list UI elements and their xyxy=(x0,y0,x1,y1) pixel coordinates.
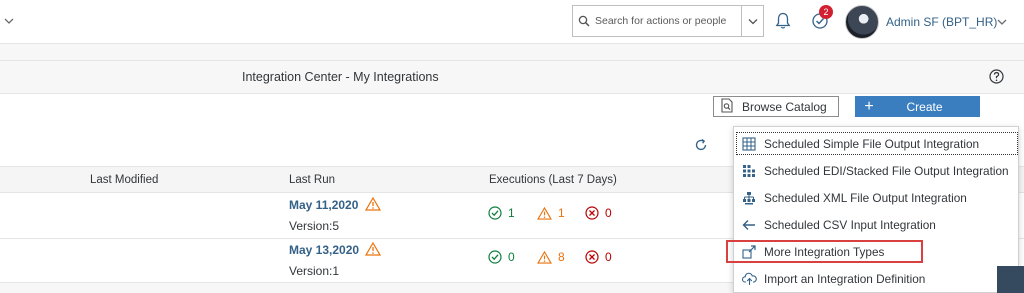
success-count: 0 xyxy=(488,250,515,264)
browse-catalog-label: Browse Catalog xyxy=(742,99,827,114)
column-executions[interactable]: Executions (Last 7 Days) xyxy=(489,174,617,186)
last-run-date[interactable]: May 11,2020 xyxy=(289,198,358,212)
menu-item-simple-file-output[interactable]: Scheduled Simple File Output Integration xyxy=(734,130,1020,157)
avatar[interactable] xyxy=(845,5,879,39)
warning-icon xyxy=(364,241,382,259)
menu-item-edi-stacked-output[interactable]: Scheduled EDI/Stacked File Output Integr… xyxy=(734,157,1020,184)
grid-icon xyxy=(734,136,764,151)
create-menu: Scheduled Simple File Output Integration… xyxy=(726,126,1020,293)
warning-icon xyxy=(364,196,382,214)
page-header: Integration Center - My Integrations xyxy=(0,60,1024,94)
stacked-grid-icon xyxy=(734,164,764,178)
error-count: 0 xyxy=(585,250,612,264)
error-icon xyxy=(585,250,599,264)
menu-item-xml-file-output[interactable]: Scheduled XML File Output Integration xyxy=(734,184,1020,211)
chevron-down-icon[interactable] xyxy=(4,14,14,28)
search-dropdown-button[interactable] xyxy=(741,6,763,36)
error-count: 0 xyxy=(585,206,612,220)
plus-icon: + xyxy=(864,97,874,115)
version-text: Version:5 xyxy=(289,219,340,233)
notification-badge: 2 xyxy=(819,5,833,19)
warning-icon xyxy=(537,206,552,220)
search-icon xyxy=(573,15,595,27)
page-title: Integration Center - My Integrations xyxy=(242,70,439,84)
menu-item-import-definition[interactable]: Import an Integration Definition xyxy=(734,265,1020,292)
side-panel-toggle[interactable] xyxy=(997,266,1024,293)
chevron-down-icon[interactable] xyxy=(997,15,1007,29)
warning-count: 8 xyxy=(537,250,565,264)
arrow-left-icon xyxy=(734,219,764,231)
highlight-box xyxy=(726,240,923,263)
refresh-icon[interactable] xyxy=(694,138,708,155)
success-icon xyxy=(488,250,502,264)
help-icon[interactable] xyxy=(989,69,1004,87)
column-last-run[interactable]: Last Run xyxy=(289,174,335,186)
search-input[interactable]: Search for actions or people xyxy=(572,5,764,37)
search-placeholder: Search for actions or people xyxy=(595,15,727,27)
last-run-date[interactable]: May 13,2020 xyxy=(289,243,359,257)
shell-bar: Search for actions or people 2 Admin SF … xyxy=(0,0,1024,44)
create-button[interactable]: + Create xyxy=(855,96,980,117)
column-last-modified[interactable]: Last Modified xyxy=(90,174,158,186)
success-icon xyxy=(488,206,502,220)
bell-icon[interactable] xyxy=(775,12,791,33)
create-label: Create xyxy=(906,99,943,114)
menu-item-csv-input[interactable]: Scheduled CSV Input Integration xyxy=(734,211,1020,238)
warning-icon xyxy=(537,250,552,264)
hierarchy-icon xyxy=(734,191,764,205)
version-text: Version:1 xyxy=(289,264,340,278)
success-count: 1 xyxy=(488,206,515,220)
menu-item-more-integration-types[interactable]: More Integration Types xyxy=(726,238,1020,265)
error-icon xyxy=(585,206,599,220)
browse-catalog-button[interactable]: Browse Catalog xyxy=(713,96,839,117)
catalog-icon xyxy=(720,97,734,116)
warning-count: 1 xyxy=(537,206,565,220)
upload-cloud-icon xyxy=(734,272,764,286)
user-name[interactable]: Admin SF (BPT_HR) xyxy=(886,15,997,29)
